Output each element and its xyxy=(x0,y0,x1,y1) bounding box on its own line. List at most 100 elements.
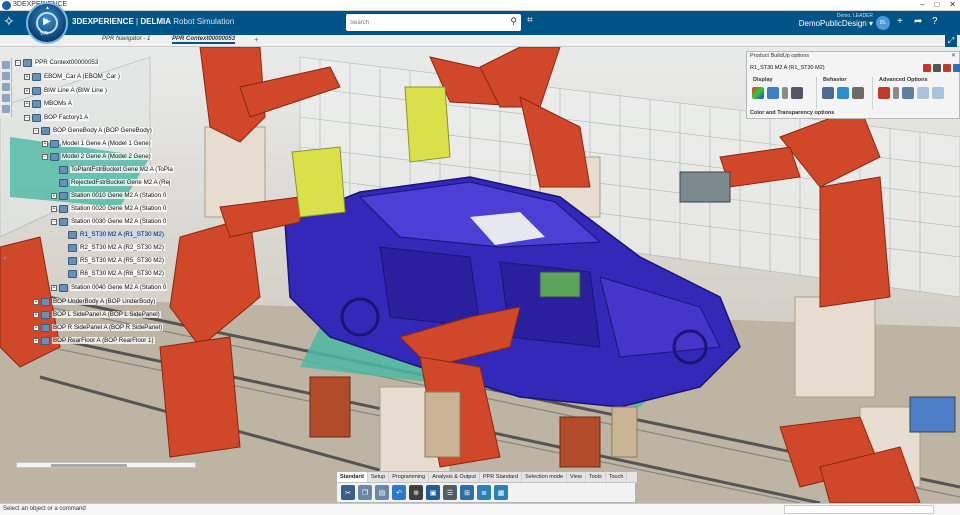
tree-node-bop-l-sidepanel[interactable]: + BOP L SidePanel A (BOP L SidePanel) xyxy=(33,309,161,320)
collapse-left-icon[interactable]: ◂ xyxy=(2,253,6,262)
avatar[interactable]: DL xyxy=(876,16,890,30)
search-box[interactable]: ⚲ xyxy=(346,14,521,31)
scroll-thumb[interactable] xyxy=(51,464,127,467)
tree-node-r2-st30[interactable]: R2_ST30 M2 A (R2_ST30 M2) xyxy=(68,242,165,253)
expand-icon[interactable]: + xyxy=(24,87,30,94)
maximize-button[interactable]: □ xyxy=(934,0,939,9)
paste-icon[interactable] xyxy=(932,87,944,99)
collapse-icon[interactable]: − xyxy=(51,218,57,225)
collapse-icon[interactable]: − xyxy=(42,153,48,160)
tree-node-r1-st30[interactable]: R1_ST30 M2 A (R1_ST30 M2) xyxy=(68,229,165,240)
tree-node-ppr-context[interactable]: − PPR Context00000053 xyxy=(15,57,100,68)
tree-node-r5-st30[interactable]: R5_ST30 M2 A (R5_ST30 M2) xyxy=(68,255,165,266)
tab-ppr-standard[interactable]: PPR Standard xyxy=(480,472,523,482)
tab-tools[interactable]: Tools xyxy=(586,472,606,482)
expand-icon[interactable]: + xyxy=(51,205,57,212)
add-tab-icon[interactable]: + xyxy=(254,35,259,44)
tab-view[interactable]: View xyxy=(567,472,586,482)
panel-lock-icon[interactable] xyxy=(923,64,931,72)
color-transparency-section[interactable]: Color and Transparency options xyxy=(750,110,834,116)
tree-node-station-0040[interactable]: + Station 0040 Gene M2 A (Station 0 xyxy=(51,282,168,293)
tree-node-ebom[interactable]: + EBOM_Car A (EBOM_Car ) xyxy=(24,71,121,82)
user-block[interactable]: Demo, LEADER DemoPublicDesign ▾ xyxy=(790,13,873,28)
tree-node-bop-rearfloor[interactable]: + BOP RearFloor A (BOP RearFloor 1) xyxy=(33,335,155,346)
tree-node-model-2[interactable]: − Model 2 Gene A (Model 2 Gene) xyxy=(42,151,152,162)
expand-icon[interactable]: + xyxy=(33,324,39,331)
panel-reset-icon[interactable] xyxy=(943,64,951,72)
display-dropdown-icon[interactable] xyxy=(782,87,788,99)
visibility-icon[interactable] xyxy=(791,87,803,99)
horizontal-scrollbar[interactable] xyxy=(16,462,196,468)
expand-icon[interactable]: + xyxy=(24,100,30,107)
expand-icon[interactable]: + xyxy=(33,298,39,305)
tree-node-bop-r-sidepanel[interactable]: + BOP R SidePanel A (BOP R SidePanel) xyxy=(33,322,164,333)
compute-icon[interactable]: ⊞ xyxy=(460,485,474,500)
tree-filter-icon[interactable] xyxy=(2,61,10,69)
undo-icon[interactable]: ↶ xyxy=(392,485,406,500)
filter-icon[interactable] xyxy=(902,87,914,99)
minimize-button[interactable]: – xyxy=(920,0,924,9)
advanced-dropdown-icon[interactable] xyxy=(893,87,899,99)
clash-icon[interactable] xyxy=(878,87,890,99)
collapse-icon[interactable]: − xyxy=(15,59,21,66)
panel-close-button[interactable]: ✕ xyxy=(951,52,956,59)
tree-node-model-1[interactable]: + Model 1 Gene A (Model 1 Gene) xyxy=(42,138,152,149)
behavior-step-icon[interactable] xyxy=(852,87,864,99)
expand-icon[interactable]: + xyxy=(51,284,57,291)
tag-icon[interactable]: ⌗ xyxy=(527,15,533,26)
play-icon[interactable]: ▶ xyxy=(43,16,51,27)
tree-expand-icon[interactable] xyxy=(2,72,10,80)
tree-collapse-icon[interactable] xyxy=(2,83,10,91)
expand-icon[interactable]: + xyxy=(33,311,39,318)
panel-pin-icon[interactable] xyxy=(933,64,941,72)
tree-options-icon[interactable] xyxy=(2,105,10,113)
zoom-icon[interactable]: ⊕ xyxy=(409,485,423,500)
help-icon[interactable]: ? xyxy=(932,16,938,27)
panel-settings-icon[interactable] xyxy=(953,64,960,72)
search-input[interactable] xyxy=(350,15,500,30)
status-field[interactable] xyxy=(784,505,934,514)
color-display-icon[interactable] xyxy=(752,87,764,99)
copy-icon[interactable] xyxy=(917,87,929,99)
tree-node-station-0020[interactable]: + Station 0020 Gene M2 A (Station 0 xyxy=(51,203,168,214)
add-icon[interactable]: + xyxy=(897,16,903,27)
expand-icon[interactable]: + xyxy=(42,140,48,147)
tab-touch[interactable]: Touch xyxy=(606,472,628,482)
expand-icon[interactable]: + xyxy=(33,337,39,344)
paste-command-icon[interactable]: ▤ xyxy=(375,485,389,500)
tree-node-toplant-bucket[interactable]: ToPlantFstrBucket Gene M2 A (ToPla xyxy=(59,164,174,175)
collapse-icon[interactable]: − xyxy=(33,127,39,134)
fit-all-icon[interactable]: ▣ xyxy=(426,485,440,500)
tab-selection-mode[interactable]: Selection mode xyxy=(522,472,568,482)
compass-widget[interactable]: ▲ ▶ V.R xyxy=(26,2,68,44)
collapse-icon[interactable]: − xyxy=(24,114,30,121)
cut-icon[interactable]: ✂ xyxy=(341,485,355,500)
tab-standard[interactable]: Standard xyxy=(337,472,368,482)
fullscreen-icon[interactable]: ⤢ xyxy=(945,35,957,47)
tree-node-bop-genebody[interactable]: − BOP GeneBody A (BOP GeneBody) xyxy=(33,125,153,136)
search-icon[interactable]: ⚲ xyxy=(510,16,517,27)
tree-search-icon[interactable] xyxy=(2,94,10,102)
tab-programming[interactable]: Programming xyxy=(389,472,430,482)
tab-analysis-output[interactable]: Analysis & Output xyxy=(429,472,480,482)
tab-ppr-navigator[interactable]: PPR Navigator - 1 xyxy=(102,36,150,42)
tree-node-bop-underbody[interactable]: + BOP UnderBody A (BOP UnderBody) xyxy=(33,296,157,307)
tree-node-bop-factory[interactable]: − BOP Factory1 A xyxy=(24,112,90,123)
expand-icon[interactable]: + xyxy=(24,73,30,80)
tree-node-station-0010[interactable]: + Station 0010 Gene M2 A (Station 0 xyxy=(51,190,168,201)
shading-icon[interactable] xyxy=(767,87,779,99)
tab-ppr-context[interactable]: PPR Context00000053 xyxy=(172,36,236,44)
tree-node-station-0030[interactable]: − Station 0030 Gene M2 A (Station 0 xyxy=(51,216,168,227)
tree-node-mboms[interactable]: + MBOMs A xyxy=(24,98,73,109)
list-icon[interactable]: ≣ xyxy=(477,485,491,500)
tenant-selector[interactable]: DemoPublicDesign ▾ xyxy=(790,19,873,28)
table-icon[interactable]: ▦ xyxy=(494,485,508,500)
behavior-hide-icon[interactable] xyxy=(822,87,834,99)
tree-node-rejected-bucket[interactable]: RejectedFstrBucket Gene M2 A (Rej xyxy=(59,177,172,188)
tab-setup[interactable]: Setup xyxy=(368,472,390,482)
close-window-button[interactable]: ✕ xyxy=(949,0,956,9)
copy-command-icon[interactable]: ❐ xyxy=(358,485,372,500)
behavior-show-icon[interactable] xyxy=(837,87,849,99)
expand-icon[interactable]: + xyxy=(51,192,57,199)
tree-node-biw-line[interactable]: + BIW Line A (BIW Line ) xyxy=(24,85,108,96)
